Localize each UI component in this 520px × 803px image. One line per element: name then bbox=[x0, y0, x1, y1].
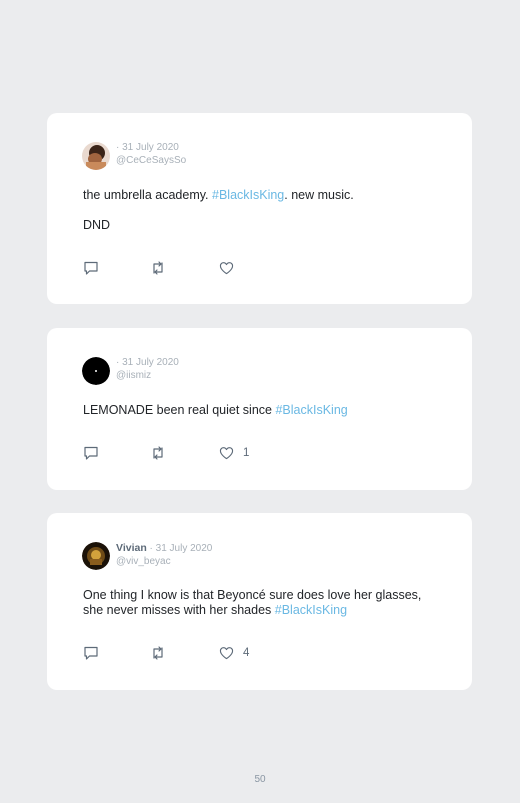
tweet-text: the umbrella academy. #BlackIsKing. new … bbox=[83, 188, 436, 233]
like-button[interactable] bbox=[219, 260, 243, 276]
hashtag-link[interactable]: #BlackIsKing bbox=[275, 403, 347, 417]
like-button[interactable]: 1 bbox=[219, 445, 249, 461]
reply-button[interactable] bbox=[83, 645, 99, 661]
text-segment: One thing I know is that Beyoncé sure do… bbox=[83, 588, 422, 617]
like-icon bbox=[219, 447, 234, 460]
like-count: 4 bbox=[243, 647, 250, 659]
hashtag-link[interactable]: #BlackIsKing bbox=[275, 603, 347, 617]
reply-button[interactable] bbox=[83, 445, 99, 461]
page-number: 50 bbox=[254, 774, 266, 785]
tweet-paragraph: One thing I know is that Beyoncé sure do… bbox=[83, 588, 422, 618]
tweet-header: · 31 July 2020 @CeCeSaysSo bbox=[116, 141, 186, 167]
author-handle[interactable]: @iismiz bbox=[116, 369, 179, 382]
author-handle[interactable]: @CeCeSaysSo bbox=[116, 154, 186, 167]
reply-icon bbox=[84, 646, 98, 660]
retweet-button[interactable] bbox=[150, 260, 166, 276]
like-button[interactable]: 4 bbox=[219, 645, 249, 661]
tweet-actions bbox=[83, 260, 283, 276]
reply-button[interactable] bbox=[83, 260, 99, 276]
reply-icon bbox=[84, 261, 98, 275]
avatar[interactable] bbox=[82, 357, 110, 385]
tweet-actions: 1 bbox=[83, 445, 283, 461]
tweet-card: Vivian · 31 July 2020 @viv_beyac One thi… bbox=[47, 513, 472, 690]
tweet-date: · 31 July 2020 bbox=[116, 357, 179, 368]
author-name[interactable]: Vivian bbox=[116, 542, 147, 554]
tweet-header: · 31 July 2020 @iismiz bbox=[116, 356, 179, 382]
tweet-actions: 4 bbox=[83, 645, 283, 661]
tweet-card: · 31 July 2020 @CeCeSaysSo the umbrella … bbox=[47, 113, 472, 304]
retweet-button[interactable] bbox=[150, 445, 166, 461]
reply-icon bbox=[84, 446, 98, 460]
retweet-icon bbox=[153, 646, 163, 660]
text-segment: the umbrella academy. bbox=[83, 188, 212, 202]
avatar[interactable] bbox=[82, 542, 110, 570]
tweet-text: One thing I know is that Beyoncé sure do… bbox=[83, 588, 422, 618]
like-icon bbox=[219, 262, 234, 275]
retweet-icon bbox=[153, 261, 163, 275]
retweet-icon bbox=[153, 446, 163, 460]
tweet-paragraph: DND bbox=[83, 218, 436, 233]
author-handle[interactable]: @viv_beyac bbox=[116, 555, 212, 568]
tweet-date: · 31 July 2020 bbox=[149, 543, 213, 554]
text-segment: . new music. bbox=[284, 188, 354, 202]
tweet-paragraph: the umbrella academy. #BlackIsKing. new … bbox=[83, 188, 436, 203]
tweet-date: · 31 July 2020 bbox=[116, 142, 179, 153]
tweet-header: Vivian · 31 July 2020 @viv_beyac bbox=[116, 542, 212, 568]
like-count: 1 bbox=[243, 447, 250, 459]
hashtag-link[interactable]: #BlackIsKing bbox=[212, 188, 284, 202]
avatar[interactable] bbox=[82, 142, 110, 170]
text-segment: LEMONADE been real quiet since bbox=[83, 403, 276, 417]
tweet-paragraph: LEMONADE been real quiet since #BlackIsK… bbox=[83, 403, 436, 418]
text-segment: DND bbox=[83, 218, 111, 232]
tweet-text: LEMONADE been real quiet since #BlackIsK… bbox=[83, 403, 436, 418]
like-icon bbox=[219, 647, 234, 660]
tweet-card: · 31 July 2020 @iismiz LEMONADE been rea… bbox=[47, 328, 472, 490]
retweet-button[interactable] bbox=[150, 645, 166, 661]
